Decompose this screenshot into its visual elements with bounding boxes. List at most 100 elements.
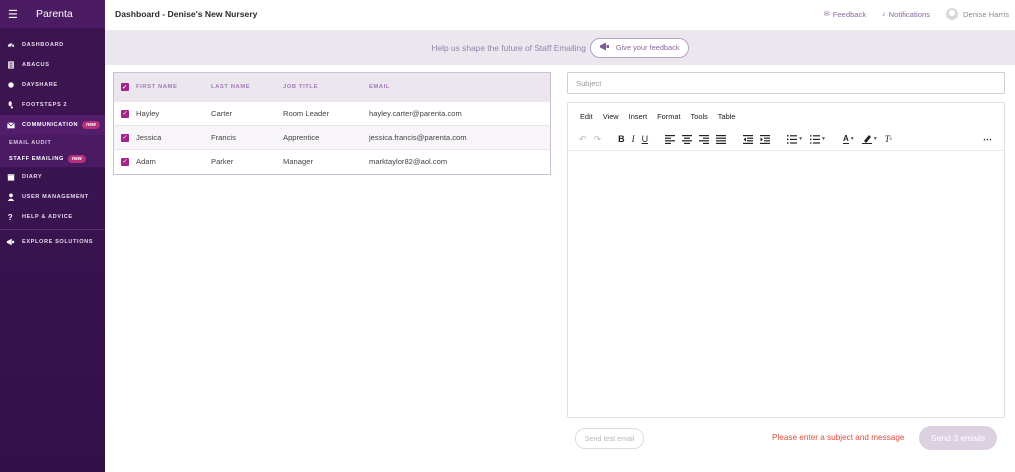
outdent-icon[interactable]	[743, 132, 754, 146]
table-row[interactable]: ✓ Adam Parker Manager marktaylor82@aol.c…	[114, 149, 550, 173]
sidebar-item-diary[interactable]: DIARY	[0, 167, 105, 187]
new-badge: new	[67, 155, 86, 163]
align-right-icon[interactable]	[699, 132, 710, 146]
sidebar-item-dashboard[interactable]: DASHBOARD	[0, 35, 105, 55]
table-row[interactable]: ✓ Jessica Francis Apprentice jessica.fra…	[114, 125, 550, 149]
align-justify-icon[interactable]	[716, 132, 727, 146]
menu-edit[interactable]: Edit	[580, 112, 593, 121]
sidebar-item-label: DASHBOARD	[22, 42, 64, 48]
banner-text: Help us shape the future of Staff Emaili…	[431, 42, 586, 53]
sidebar-item-help[interactable]: ? HELP & ADVICE	[0, 207, 105, 227]
undo-icon[interactable]: ↶	[579, 132, 587, 146]
sidebar-item-communication[interactable]: COMMUNICATION new	[0, 115, 105, 135]
bell-icon: ♪	[882, 10, 886, 18]
sidebar-subitem-staff-emailing[interactable]: STAFF EMAILING new	[0, 151, 105, 167]
subject-input[interactable]	[567, 72, 1005, 94]
give-feedback-button[interactable]: Give your feedback	[589, 37, 689, 58]
cell-last-name: Parker	[211, 157, 234, 166]
indent-icon[interactable]	[760, 132, 771, 146]
sidebar-subitem-email-audit[interactable]: EMAIL AUDIT	[0, 135, 105, 151]
column-header-job-title[interactable]: JOB TITLE	[283, 84, 369, 90]
cell-email: marktaylor82@aol.com	[369, 157, 448, 166]
text-color-icon[interactable]: A ▼	[843, 132, 855, 146]
sidebar-item-label: DIARY	[22, 174, 43, 180]
sidebar-item-label: EXPLORE SOLUTIONS	[22, 239, 94, 245]
notifications-label: Notifications	[888, 9, 930, 19]
message-body-area[interactable]	[568, 150, 1004, 417]
bullet-list-icon[interactable]: ▼	[810, 132, 826, 146]
cell-job-title: Room Leader	[283, 109, 330, 118]
more-options-icon[interactable]: ⋯	[983, 132, 992, 146]
page-title: Dashboard - Denise's New Nursery	[115, 9, 258, 19]
top-bar: Dashboard - Denise's New Nursery ✉ Feedb…	[105, 0, 1015, 28]
table-header: ✓ FIRST NAME LAST NAME JOB TITLE EMAIL	[114, 73, 550, 101]
validation-message: Please enter a subject and message	[772, 433, 905, 442]
avatar	[946, 8, 958, 20]
menu-table[interactable]: Table	[718, 112, 736, 121]
column-header-first-name[interactable]: FIRST NAME	[136, 84, 211, 90]
staff-table: ✓ FIRST NAME LAST NAME JOB TITLE EMAIL ✓…	[113, 72, 551, 175]
chevron-down-icon: ▼	[798, 136, 804, 142]
editor-toolbar: ↶ ↷ B I U ▼ ▼ A ▼ ▼ T x ⋯	[568, 129, 1004, 149]
align-center-icon[interactable]	[682, 132, 693, 146]
cell-last-name: Francis	[211, 133, 236, 142]
give-feedback-label: Give your feedback	[615, 43, 680, 52]
new-badge: new	[82, 121, 100, 129]
table-row[interactable]: ✓ Hayley Carter Room Leader hayley.carte…	[114, 101, 550, 125]
column-header-last-name[interactable]: LAST NAME	[211, 84, 283, 90]
megaphone-icon	[6, 238, 15, 247]
menu-format[interactable]: Format	[657, 112, 680, 121]
chat-icon: ✉	[823, 11, 830, 18]
sidebar-item-footsteps[interactable]: FOOTSTEPS 2	[0, 95, 105, 115]
numbered-list-icon[interactable]: ▼	[787, 132, 803, 146]
abacus-icon	[6, 61, 15, 70]
send-test-email-button[interactable]: Send test email	[575, 428, 644, 449]
sidebar: ☰ Parenta DASHBOARD ABACUS DAYSHARE FOOT…	[0, 0, 105, 472]
feedback-label: Feedback	[832, 9, 867, 19]
select-all-checkbox[interactable]: ✓	[121, 83, 129, 91]
sidebar-item-label: FOOTSTEPS 2	[22, 102, 68, 108]
feedback-link[interactable]: ✉ Feedback	[824, 10, 866, 19]
menu-tools[interactable]: Tools	[691, 112, 708, 121]
sidebar-item-label: DAYSHARE	[22, 82, 58, 88]
top-bar-actions: ✉ Feedback ♪ Notifications Denise Harris	[808, 0, 1009, 28]
clear-formatting-icon[interactable]: Tx	[885, 132, 892, 146]
dayshare-icon	[6, 81, 15, 90]
underline-icon[interactable]: U	[642, 132, 649, 146]
sidebar-divider	[0, 229, 105, 230]
sidebar-item-explore-solutions[interactable]: EXPLORE SOLUTIONS	[0, 232, 105, 252]
sidebar-subitem-label: EMAIL AUDIT	[9, 140, 52, 146]
align-left-icon[interactable]	[665, 132, 676, 146]
cell-job-title: Apprentice	[283, 133, 320, 142]
italic-icon[interactable]: I	[632, 132, 635, 146]
send-emails-button[interactable]: Send 3 emails	[919, 426, 997, 450]
bold-icon[interactable]: B	[618, 132, 625, 146]
highlight-icon[interactable]: ▼	[861, 132, 878, 146]
column-header-email[interactable]: EMAIL	[369, 84, 539, 90]
envelope-icon	[6, 121, 15, 130]
hamburger-menu-icon[interactable]: ☰	[8, 8, 22, 21]
cell-email: hayley.carter@parenta.com	[369, 109, 462, 118]
row-checkbox[interactable]: ✓	[121, 133, 129, 142]
menu-view[interactable]: View	[603, 112, 619, 121]
redo-icon[interactable]: ↷	[594, 132, 602, 146]
cell-first-name: Hayley	[136, 109, 160, 118]
chevron-down-icon: ▼	[849, 136, 855, 142]
user-icon	[6, 193, 15, 202]
notifications-link[interactable]: ♪ Notifications	[882, 10, 930, 19]
cell-last-name: Carter	[211, 109, 233, 118]
feedback-banner: Help us shape the future of Staff Emaili…	[105, 30, 1015, 65]
sidebar-item-abacus[interactable]: ABACUS	[0, 55, 105, 75]
sidebar-item-dayshare[interactable]: DAYSHARE	[0, 75, 105, 95]
editor-menubar: Edit View Insert Format Tools Table	[568, 103, 1004, 129]
sidebar-item-label: USER MANAGEMENT	[22, 194, 89, 200]
row-checkbox[interactable]: ✓	[121, 109, 129, 118]
sidebar-item-label: HELP & ADVICE	[22, 214, 73, 220]
cell-email: jessica.francis@parenta.com	[369, 133, 467, 142]
row-checkbox[interactable]: ✓	[121, 157, 129, 166]
menu-insert[interactable]: Insert	[629, 112, 647, 121]
sidebar-item-user-management[interactable]: USER MANAGEMENT	[0, 187, 105, 207]
user-menu[interactable]: Denise Harris	[946, 8, 1009, 20]
chevron-down-icon: ▼	[821, 136, 826, 142]
megaphone-icon	[599, 42, 610, 53]
